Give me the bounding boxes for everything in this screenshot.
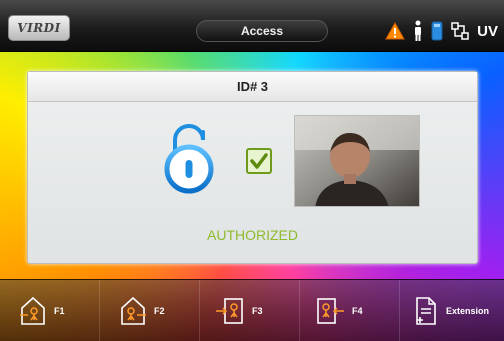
page-title: Access bbox=[196, 20, 328, 42]
network-icon[interactable] bbox=[451, 22, 469, 40]
f1-entry-button[interactable]: F1 bbox=[0, 280, 100, 341]
entry-door-icon bbox=[216, 298, 243, 324]
exit-house-icon bbox=[121, 296, 146, 325]
user-photo bbox=[294, 115, 420, 207]
f2-label: F2 bbox=[154, 306, 165, 316]
access-panel: ID# 3 AUTHORIZED bbox=[27, 71, 478, 264]
top-bar: VIRDI Access UV bbox=[0, 0, 504, 52]
f1-label: F1 bbox=[54, 306, 65, 316]
device-screen: VIRDI Access UV ID# 3 AUTHORIZED F1 F2 F… bbox=[0, 0, 504, 341]
f2-exit-button[interactable]: F2 bbox=[100, 280, 200, 341]
card-icon[interactable] bbox=[431, 21, 443, 41]
unlocked-padlock-icon bbox=[164, 124, 214, 194]
warning-icon[interactable] bbox=[385, 22, 406, 40]
brand-logo: VIRDI bbox=[8, 15, 70, 41]
person-icon[interactable] bbox=[413, 20, 423, 42]
f3-entry-door-button[interactable]: F3 bbox=[200, 280, 300, 341]
f4-exit-door-button[interactable]: F4 bbox=[300, 280, 400, 341]
entry-house-icon bbox=[20, 296, 45, 325]
exit-door-icon bbox=[317, 298, 344, 324]
uv-label: UV bbox=[477, 22, 498, 40]
f3-label: F3 bbox=[252, 306, 263, 316]
user-id-header: ID# 3 bbox=[28, 72, 477, 102]
function-key-bar: F1 F2 F3 F4 Extension bbox=[0, 279, 504, 341]
authorization-status: AUTHORIZED bbox=[207, 227, 298, 243]
extension-document-icon bbox=[416, 297, 436, 325]
status-icons: UV bbox=[385, 18, 498, 44]
extension-button[interactable]: Extension bbox=[400, 280, 504, 341]
f4-label: F4 bbox=[352, 306, 363, 316]
extension-label: Extension bbox=[446, 306, 490, 316]
authorized-check-icon bbox=[246, 148, 272, 174]
